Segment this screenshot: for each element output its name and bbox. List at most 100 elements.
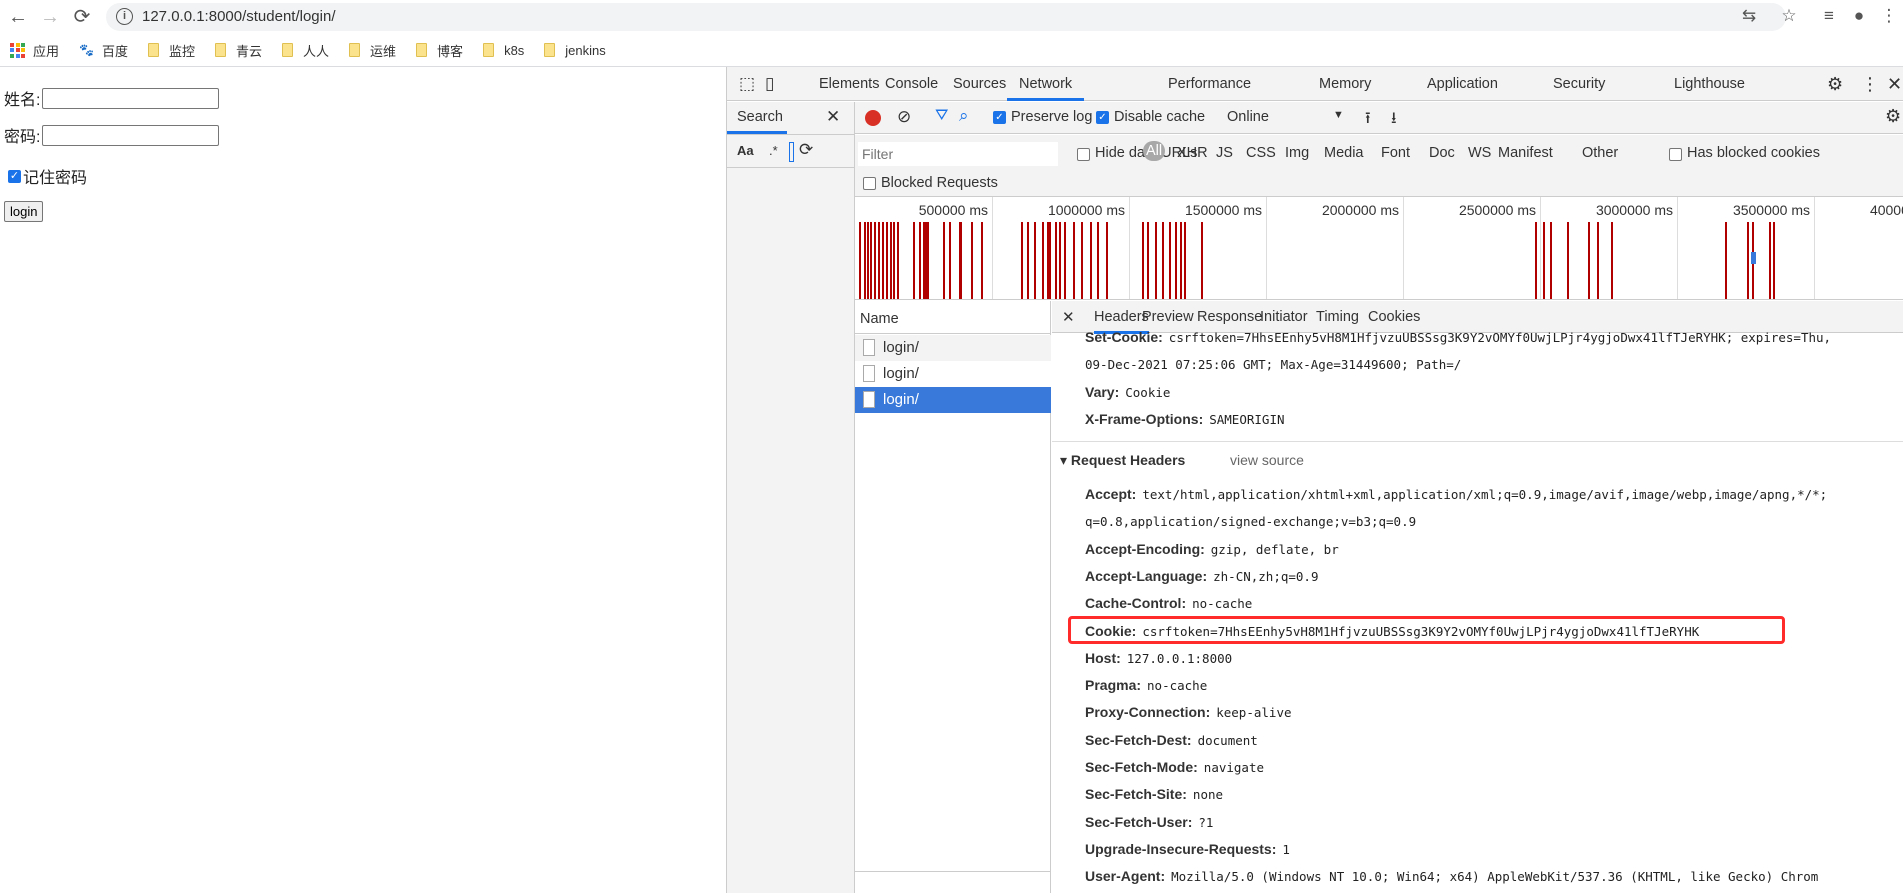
info-icon[interactable]: i (116, 8, 133, 25)
tab-performance[interactable]: Performance (1168, 67, 1251, 101)
throttle-dropdown-icon[interactable]: ▼ (1333, 109, 1344, 121)
request-row[interactable]: login/ (855, 387, 1051, 413)
highlight-box (1068, 615, 1785, 644)
has-blocked-cookies-checkbox[interactable] (1669, 148, 1682, 161)
selected-request-marker (1751, 252, 1756, 264)
type-filter-font[interactable]: Font (1381, 145, 1410, 161)
type-filter-ws[interactable]: WS (1468, 145, 1491, 161)
close-search-icon[interactable]: ✕ (826, 107, 840, 127)
view-source-link[interactable]: view source (1230, 452, 1304, 468)
bookmark-2[interactable]: 监控 (147, 41, 195, 60)
network-settings-icon[interactable]: ⚙ (1885, 106, 1901, 127)
address-bar[interactable]: i 127.0.0.1:8000/student/login/ (106, 3, 1786, 31)
tab-console[interactable]: Console (885, 67, 938, 101)
translate-icon[interactable]: ⇆ (1738, 6, 1760, 26)
bookmark-3[interactable]: 青云 (215, 41, 262, 60)
type-filter-js[interactable]: JS (1216, 145, 1233, 161)
detail-tab-initiator[interactable]: Initiator (1260, 309, 1308, 325)
header-row: Accept-Language: zh-CN,zh;q=0.9 (1085, 568, 1318, 584)
remember-checkbox[interactable]: ✓ (8, 169, 21, 183)
detail-tab-timing[interactable]: Timing (1316, 309, 1359, 325)
detail-tab-preview[interactable]: Preview (1142, 309, 1194, 325)
close-details-icon[interactable]: ✕ (1062, 308, 1075, 326)
record-icon[interactable] (865, 110, 881, 126)
request-bar (1064, 222, 1066, 299)
clear-icon[interactable]: ⊘ (897, 107, 911, 127)
request-bar (1769, 222, 1771, 299)
name-column-header[interactable]: Name (860, 311, 899, 327)
type-filter-manifest[interactable]: Manifest (1498, 145, 1553, 161)
login-button[interactable]: login (4, 201, 44, 222)
hide-data-urls-checkbox[interactable] (1077, 148, 1090, 161)
import-har-icon[interactable]: ⭱ (1365, 107, 1371, 134)
tab-elements[interactable]: Elements (819, 67, 879, 101)
reload-icon[interactable]: ⟳ (70, 5, 94, 29)
bookmark-4[interactable]: 人人 (282, 41, 329, 60)
bookmark-8[interactable]: jenkins (544, 43, 606, 58)
timeline-gridline (1129, 197, 1130, 299)
device-toggle-icon[interactable]: ▯ (765, 67, 774, 101)
bookmark-1[interactable]: 🐾 百度 (79, 41, 128, 60)
header-row: q=0.8,application/signed-exchange;v=b3;q… (1085, 513, 1416, 529)
url-text[interactable]: 127.0.0.1:8000/student/login/ (142, 8, 336, 25)
password-input[interactable] (42, 124, 220, 146)
profile-icon[interactable]: ● (1848, 6, 1870, 26)
remember-row: ✓ 记住密码 (8, 164, 87, 188)
document-icon (863, 391, 875, 408)
tab-lighthouse[interactable]: Lighthouse (1674, 67, 1745, 101)
type-filter-xhr[interactable]: XHR (1177, 145, 1208, 161)
bookmark-0[interactable]: 应用 (10, 41, 59, 60)
request-headers-section[interactable]: ▾ Request Headers (1060, 452, 1185, 469)
request-bar (897, 222, 899, 299)
bookmark-7[interactable]: k8s (483, 43, 524, 58)
tab-network[interactable]: Network (1007, 67, 1085, 101)
type-filter-doc[interactable]: Doc (1429, 145, 1455, 161)
more-icon[interactable]: ⋮ (1861, 67, 1879, 101)
request-bar (1027, 222, 1029, 299)
refresh-search-icon[interactable]: ⟳ (799, 140, 813, 160)
tab-memory[interactable]: Memory (1319, 67, 1371, 101)
tab-security[interactable]: Security (1553, 67, 1605, 101)
filter-input[interactable] (858, 142, 1058, 166)
type-filter-other[interactable]: Other (1582, 145, 1618, 161)
star-icon[interactable]: ☆ (1778, 6, 1800, 26)
type-filter-media[interactable]: Media (1324, 145, 1364, 161)
disable-cache-checkbox[interactable]: ✓ (1096, 111, 1109, 124)
name-input[interactable] (42, 87, 220, 109)
match-case-toggle[interactable]: Aa (737, 143, 754, 158)
settings-icon[interactable]: ⚙ (1827, 67, 1843, 101)
menu-icon[interactable]: ⋮ (1878, 6, 1900, 26)
inspect-icon[interactable]: ⬚ (739, 67, 755, 101)
network-overview-timeline[interactable]: 500000 ms 1000000 ms 1500000 ms 2000000 ms 2… (855, 197, 1903, 300)
request-row[interactable]: login/ (855, 335, 1051, 361)
export-har-icon[interactable]: ⭳ (1391, 107, 1397, 134)
request-bar (919, 222, 921, 299)
type-filter-all[interactable]: All (1143, 141, 1166, 161)
type-filter-img[interactable]: Img (1285, 145, 1309, 161)
preserve-log-checkbox[interactable]: ✓ (993, 111, 1006, 124)
detail-tab-response[interactable]: Response (1197, 309, 1262, 325)
close-devtools-icon[interactable]: ✕ (1887, 67, 1902, 101)
regex-toggle[interactable]: .* (769, 143, 778, 158)
header-value: q=0.8,application/signed-exchange;v=b3;q… (1085, 514, 1417, 530)
back-icon[interactable]: ← (6, 5, 30, 29)
blocked-requests-checkbox[interactable] (863, 177, 876, 190)
search-icon[interactable]: ⌕ (959, 106, 969, 126)
filter-icon[interactable]: ⛛ (935, 107, 948, 125)
forward-icon[interactable]: → (38, 5, 62, 29)
detail-tab-cookies[interactable]: Cookies (1368, 309, 1420, 325)
header-row: 09-Dec-2021 07:25:06 GMT; Max-Age=314496… (1085, 356, 1461, 372)
bookmark-6[interactable]: 博客 (416, 41, 463, 60)
bookmark-5[interactable]: 运维 (349, 41, 396, 60)
tab-application[interactable]: Application (1427, 67, 1498, 101)
search-input[interactable] (789, 142, 794, 162)
throttling-select[interactable]: Online (1227, 109, 1269, 125)
request-row[interactable]: login/ (855, 361, 1051, 387)
media-icon[interactable]: ≡ (1818, 6, 1840, 26)
type-filter-css[interactable]: CSS (1246, 145, 1276, 161)
request-bar (1184, 222, 1186, 299)
search-tab[interactable]: Search (737, 109, 783, 125)
request-bar (1535, 222, 1537, 299)
header-value: no-cache (1147, 678, 1208, 694)
tab-sources[interactable]: Sources (953, 67, 1006, 101)
